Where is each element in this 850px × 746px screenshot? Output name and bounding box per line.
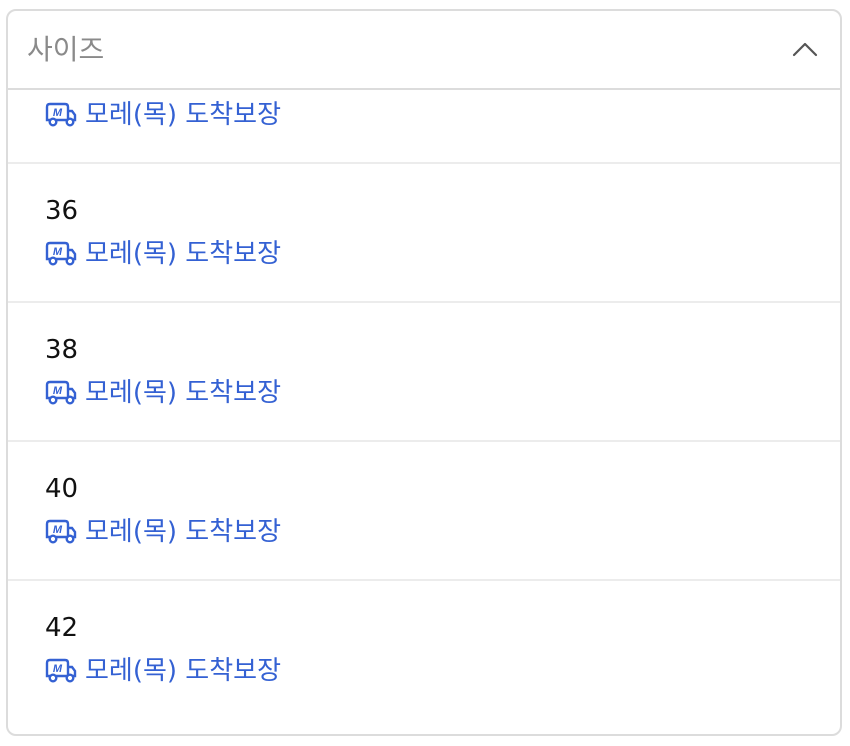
size-option-38[interactable]: 38 M 모레(목) 도착보장 <box>8 303 840 442</box>
delivery-guarantee: M 모레(목) 도착보장 <box>45 654 281 688</box>
svg-text:M: M <box>53 385 63 397</box>
size-option-36[interactable]: 36 M 모레(목) 도착보장 <box>8 164 840 303</box>
delivery-guarantee: M 모레(목) 도착보장 <box>45 515 281 549</box>
svg-text:M: M <box>53 246 63 258</box>
delivery-text: 모레(목) 도착보장 <box>85 517 281 547</box>
svg-text:M: M <box>53 524 63 536</box>
option-size-label: 36 <box>45 196 79 226</box>
rocket-delivery-truck-icon: M <box>45 380 77 405</box>
option-size-label: 40 <box>45 474 79 504</box>
option-size-label: 38 <box>45 335 79 365</box>
rocket-delivery-truck-icon: M <box>45 658 77 683</box>
size-option-42[interactable]: 42 M 모레(목) 도착보장 <box>8 581 840 720</box>
rocket-delivery-truck-icon: M <box>45 241 77 266</box>
delivery-text: 모레(목) 도착보장 <box>85 100 281 130</box>
size-option-list[interactable]: M 모레(목) 도착보장 36 M 모레(목) 도착보장 38 M 모레(목) … <box>8 90 840 734</box>
chevron-up-icon[interactable] <box>790 35 820 65</box>
delivery-text: 모레(목) 도착보장 <box>85 656 281 686</box>
size-dropdown-header[interactable]: 사이즈 <box>8 11 840 90</box>
size-option-40[interactable]: 40 M 모레(목) 도착보장 <box>8 442 840 581</box>
svg-text:M: M <box>53 107 63 119</box>
delivery-guarantee: M 모레(목) 도착보장 <box>45 376 281 410</box>
delivery-guarantee: M 모레(목) 도착보장 <box>45 98 281 132</box>
option-size-label: 42 <box>45 613 79 643</box>
rocket-delivery-truck-icon: M <box>45 102 77 127</box>
dropdown-title: 사이즈 <box>27 33 105 66</box>
delivery-guarantee: M 모레(목) 도착보장 <box>45 237 281 271</box>
size-option-partial[interactable]: M 모레(목) 도착보장 <box>8 90 840 164</box>
size-dropdown: 사이즈 M 모레(목) 도착보장 36 M 모레(목) 도착보장 38 M 모레… <box>6 9 842 736</box>
svg-text:M: M <box>53 663 63 675</box>
rocket-delivery-truck-icon: M <box>45 519 77 544</box>
delivery-text: 모레(목) 도착보장 <box>85 378 281 408</box>
delivery-text: 모레(목) 도착보장 <box>85 239 281 269</box>
